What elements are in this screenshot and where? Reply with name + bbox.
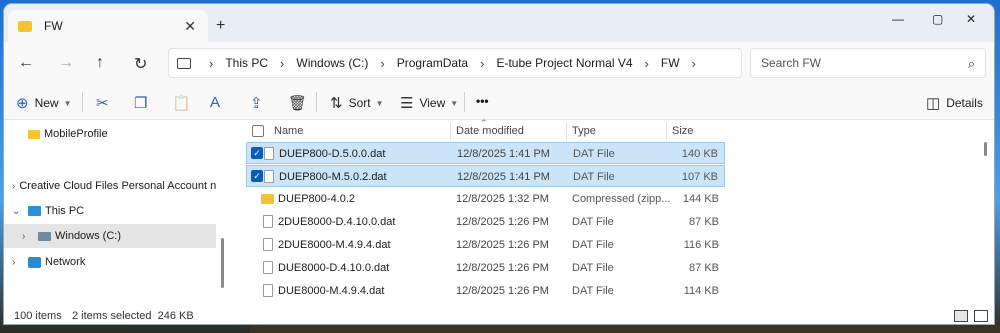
breadcrumb-windows-c[interactable]: Windows (C:) › (296, 56, 396, 71)
sidebar-item-mobileprofile[interactable]: MobileProfile (4, 122, 216, 146)
paste-button[interactable]: 📋 (172, 94, 197, 112)
chevron-right-icon[interactable]: › (209, 56, 213, 71)
details-view-icon[interactable] (954, 310, 968, 322)
search-icon: ⌕ (967, 56, 975, 71)
breadcrumb-fw[interactable]: FW › (661, 56, 708, 71)
breadcrumb-etube[interactable]: E-tube Project Normal V4 › (496, 56, 660, 71)
file-icon (263, 261, 273, 274)
view-button[interactable]: ☰ View ▼ (400, 94, 458, 112)
sidebar-item-this-pc[interactable]: ⌄ This PC (4, 199, 216, 223)
zip-folder-icon (261, 194, 274, 204)
clipboard-icon: 📋 (172, 95, 191, 112)
file-list-scrollbar[interactable] (984, 142, 987, 156)
status-bar: 100 items 2 items selected 246 KB (4, 308, 994, 324)
chevron-down-icon[interactable]: ⌄ (12, 206, 28, 217)
search-placeholder: Search FW (761, 56, 822, 70)
folder-icon (28, 129, 40, 139)
rename-icon: A (210, 94, 221, 111)
view-icon: ☰ (400, 95, 414, 112)
sidebar-scrollbar[interactable] (221, 238, 224, 288)
column-header: Name ⌃ Date modified Type Size (242, 118, 982, 142)
file-icon (264, 147, 274, 160)
share-button[interactable]: ⇪ (250, 94, 269, 112)
tab-close-icon[interactable]: ✕ (184, 18, 196, 35)
computer-icon (28, 206, 41, 216)
table-row[interactable]: DUE8000-D.4.10.0.dat 12/8/2025 1:26 PM D… (246, 257, 725, 279)
tiles-view-icon[interactable] (974, 310, 988, 322)
sort-icon: ⇅ (330, 95, 343, 112)
navigation-bar: ← → ↑ ↻ › This PC › Windows (C:) › Program… (4, 42, 994, 84)
copy-button[interactable]: ❐ (134, 94, 153, 112)
details-pane-icon: ◫ (926, 95, 941, 112)
folder-icon (18, 20, 32, 32)
delete-button[interactable]: 🗑 (288, 94, 313, 112)
tab-fw[interactable]: FW ✕ (8, 10, 208, 42)
file-list: Name ⌃ Date modified Type Size ✓ DUEP800… (242, 118, 994, 308)
cut-button[interactable]: ✂ (96, 94, 115, 112)
row-checkbox[interactable]: ✓ (251, 147, 263, 159)
navigation-pane: MobileProfile › Creative Cloud Files Per… (4, 120, 216, 308)
file-icon (263, 284, 273, 297)
column-size[interactable]: Size (672, 125, 693, 137)
title-bar: FW ✕ + — ▢ ✕ (4, 4, 994, 42)
more-options-button[interactable]: ••• (476, 94, 489, 108)
table-row[interactable]: ✓ DUEP800-D.5.0.0.dat 12/8/2025 1:41 PM … (246, 142, 725, 164)
row-checkbox[interactable]: ✓ (251, 170, 263, 182)
breadcrumb-programdata[interactable]: ProgramData › (397, 56, 497, 71)
selection-info: 2 items selected 246 KB (72, 310, 194, 322)
maximize-button[interactable]: ▢ (932, 12, 943, 26)
tab-title: FW (44, 19, 63, 33)
trash-icon: 🗑 (288, 95, 308, 112)
rename-button[interactable]: A (210, 94, 226, 111)
new-tab-button[interactable]: + (216, 17, 225, 35)
column-name[interactable]: Name (274, 125, 303, 137)
address-bar[interactable]: › This PC › Windows (C:) › ProgramData › E-… (168, 48, 742, 78)
breadcrumb-this-pc[interactable]: This PC › (225, 56, 296, 71)
table-row[interactable]: DUE8000-M.4.9.4.dat 12/8/2025 1:26 PM DA… (246, 280, 725, 302)
select-all-checkbox[interactable] (252, 125, 264, 137)
search-input[interactable]: Search FW ⌕ (750, 48, 986, 78)
forward-button[interactable]: → (58, 54, 74, 72)
table-row[interactable]: 2DUE8000-D.4.10.0.dat 12/8/2025 1:26 PM … (246, 211, 725, 233)
network-icon (28, 256, 41, 268)
chevron-right-icon[interactable]: › (22, 231, 38, 242)
copy-icon: ❐ (134, 95, 148, 112)
sidebar-item-creative-cloud[interactable]: › Creative Cloud Files Personal Account … (4, 174, 216, 198)
chevron-right-icon[interactable]: › (12, 181, 15, 192)
item-count: 100 items (14, 310, 62, 322)
chevron-down-icon: ▼ (63, 98, 72, 108)
chevron-down-icon: ▼ (450, 98, 459, 108)
file-icon (263, 215, 273, 228)
refresh-button[interactable]: ↻ (134, 54, 147, 74)
column-date[interactable]: Date modified (456, 125, 524, 137)
chevron-right-icon[interactable]: › (12, 257, 28, 268)
minimize-button[interactable]: — (892, 12, 904, 26)
sidebar-item-windows-c[interactable]: › Windows (C:) (4, 224, 216, 248)
table-row[interactable]: 2DUE8000-M.4.9.4.dat 12/8/2025 1:26 PM D… (246, 234, 725, 256)
plus-circle-icon: ⊕ (16, 95, 29, 112)
sidebar-item-network[interactable]: › Network (4, 250, 216, 274)
chevron-down-icon: ▼ (375, 98, 384, 108)
file-explorer-window: FW ✕ + — ▢ ✕ ← → ↑ ↻ › This PC › Windows … (4, 4, 994, 324)
file-icon (263, 238, 273, 251)
share-icon: ⇪ (250, 95, 263, 112)
back-button[interactable]: ← (18, 54, 34, 72)
table-row[interactable]: ✓ DUEP800-M.5.0.2.dat 12/8/2025 1:41 PM … (246, 165, 725, 187)
drive-icon (38, 231, 51, 241)
close-window-button[interactable]: ✕ (966, 12, 976, 26)
file-icon (264, 170, 274, 183)
details-button[interactable]: ◫ Details (926, 94, 983, 112)
command-bar: ⊕ New ▼ ✂ ❐ 📋 A ⇪ 🗑 ⇅ Sort ▼ ☰ View ▼ ••• ◫… (4, 84, 994, 120)
content-area: MobileProfile › Creative Cloud Files Per… (4, 118, 994, 308)
up-button[interactable]: ↑ (96, 54, 104, 72)
computer-icon (177, 57, 191, 69)
column-type[interactable]: Type (572, 125, 596, 137)
new-button[interactable]: ⊕ New ▼ (16, 94, 72, 112)
scissors-icon: ✂ (96, 95, 109, 112)
sort-button[interactable]: ⇅ Sort ▼ (330, 94, 384, 112)
table-row[interactable]: DUEP800-4.0.2 12/8/2025 1:32 PM Compress… (246, 188, 725, 210)
